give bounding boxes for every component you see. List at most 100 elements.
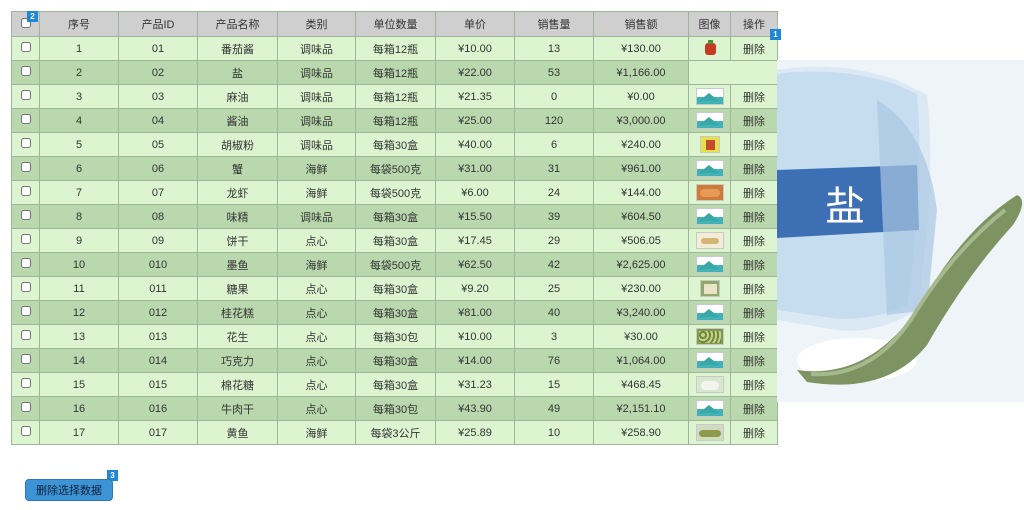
cell-amount: ¥240.00 <box>593 132 689 157</box>
cell-image <box>688 252 731 277</box>
row-checkbox-cell[interactable] <box>11 372 40 397</box>
table-row[interactable]: 2 02 盐调味品 每箱12瓶 ¥22.00 53 ¥1,166.00 <box>11 60 778 85</box>
delete-row-link[interactable]: 删除 <box>743 44 765 56</box>
delete-row-link[interactable]: 删除 <box>743 380 765 392</box>
delete-row-link[interactable]: 删除 <box>743 140 765 152</box>
cell-action: 删除 <box>730 132 778 157</box>
column-header[interactable]: 类别 <box>277 11 356 37</box>
table-row[interactable]: 11 011 糖果 点心 每箱30盒 ¥9.20 25 ¥230.00 删除 <box>11 276 778 301</box>
cell-category: 点心 <box>277 300 356 325</box>
table-row[interactable]: 13 013 花生 点心 每箱30包 ¥10.00 3 ¥30.00 删除 <box>11 324 778 349</box>
table-row[interactable]: 15 015 棉花糖 点心 每箱30盒 ¥31.23 15 ¥468.45 删除 <box>11 372 778 397</box>
row-checkbox[interactable] <box>20 138 31 148</box>
row-checkbox-cell[interactable] <box>11 300 40 325</box>
row-checkbox[interactable] <box>20 210 31 220</box>
delete-row-link[interactable]: 删除 <box>743 428 765 440</box>
cell-name: 味精 <box>197 204 278 229</box>
table-row[interactable]: 14 014 巧克力 点心 每箱30盒 ¥14.00 76 ¥1,064.00 删除 <box>11 348 778 373</box>
delete-row-link[interactable]: 删除 <box>743 284 765 296</box>
row-checkbox-cell[interactable] <box>11 276 40 301</box>
table-row[interactable]: 6 06 蟹海鲜 每袋500克 ¥31.00 31 ¥961.00 删除 <box>11 156 778 181</box>
row-checkbox-cell[interactable] <box>11 180 40 205</box>
row-checkbox[interactable] <box>20 282 31 292</box>
cell-amount: ¥2,625.00 <box>593 252 689 277</box>
delete-row-link[interactable]: 删除 <box>743 212 765 224</box>
delete-row-link[interactable]: 删除 <box>743 260 765 272</box>
delete-row-link[interactable]: 删除 <box>743 92 765 104</box>
table-row[interactable]: 5 05 胡椒粉 调味品 每箱30盒 ¥40.00 6 ¥240.00 删除 <box>11 132 778 157</box>
cell-action: 删除 <box>730 84 778 109</box>
row-checkbox-cell[interactable] <box>11 396 40 421</box>
cell-price: ¥40.00 <box>435 132 515 157</box>
cell-image <box>688 348 731 373</box>
row-checkbox-cell[interactable] <box>11 420 40 445</box>
row-checkbox[interactable] <box>20 378 31 388</box>
column-header[interactable]: 序号 <box>39 11 119 37</box>
row-checkbox-cell[interactable] <box>11 324 40 349</box>
cell-unit: 每箱30包 <box>355 396 436 421</box>
table-row[interactable]: 8 08 味精 调味品 每箱30盒 ¥15.50 39 ¥604.50 删除 <box>11 204 778 229</box>
table-row[interactable]: 7 07 龙虾 海鲜 每袋500克 ¥6.00 24 ¥144.00 删除 <box>11 180 778 205</box>
cell-name: 龙虾 <box>197 180 278 205</box>
row-checkbox[interactable] <box>20 426 31 436</box>
table-row[interactable]: 9 09 饼干 点心 每箱30盒 ¥17.45 29 ¥506.05 删除 <box>11 228 778 253</box>
delete-row-link[interactable]: 删除 <box>743 164 765 176</box>
cell-image <box>688 300 731 325</box>
row-checkbox-cell[interactable] <box>11 60 40 85</box>
cell-price: ¥25.00 <box>435 108 515 133</box>
cell-name: 酱油 <box>197 108 278 133</box>
delete-row-link[interactable]: 删除 <box>743 404 765 416</box>
row-checkbox-cell[interactable] <box>11 108 40 133</box>
column-header[interactable]: 单位数量 <box>355 11 436 37</box>
table-row[interactable]: 12 012 桂花糕 点心 每箱30盒 ¥81.00 40 ¥3,240.00 删除 <box>11 300 778 325</box>
table-row[interactable]: 17 017 黄鱼 海鲜 每袋3公斤 ¥25.89 10 ¥258.90 删除 <box>11 420 778 445</box>
cell-image <box>688 228 731 253</box>
cell-id: 012 <box>118 300 198 325</box>
row-checkbox[interactable] <box>20 354 31 364</box>
row-checkbox[interactable] <box>20 42 31 52</box>
row-checkbox[interactable] <box>20 162 31 172</box>
cell-action: 删除 <box>730 348 778 373</box>
row-checkbox-cell[interactable] <box>11 84 40 109</box>
column-header[interactable]: 单价 <box>435 11 515 37</box>
badge-2: 2 <box>27 11 38 22</box>
delete-row-link[interactable]: 删除 <box>743 356 765 368</box>
row-checkbox-cell[interactable] <box>11 204 40 229</box>
delete-row-link[interactable]: 删除 <box>743 236 765 248</box>
row-checkbox[interactable] <box>20 402 31 412</box>
table-row[interactable]: 1 01 番茄酱 调味品 每箱12瓶 ¥10.00 13 ¥130.00 删除 <box>11 36 778 61</box>
delete-row-link[interactable]: 删除 <box>743 188 765 200</box>
delete-row-link[interactable]: 删除 <box>743 116 765 128</box>
column-header[interactable]: 销售额 <box>593 11 689 37</box>
row-checkbox-cell[interactable] <box>11 348 40 373</box>
cell-unit: 每箱30盒 <box>355 348 436 373</box>
column-header[interactable]: 产品名称 <box>197 11 278 37</box>
row-checkbox[interactable] <box>20 306 31 316</box>
table-row[interactable]: 4 04 酱油 调味品 每箱12瓶 ¥25.00 120 ¥3,000.00 删除 <box>11 108 778 133</box>
table-row[interactable]: 10 010 墨鱼 海鲜 每袋500克 ¥62.50 42 ¥2,625.00 删除 <box>11 252 778 277</box>
cell-unit: 每箱30盒 <box>355 300 436 325</box>
row-checkbox-cell[interactable] <box>11 228 40 253</box>
row-checkbox[interactable] <box>20 90 31 100</box>
row-checkbox[interactable] <box>20 258 31 268</box>
cell-seq: 11 <box>39 276 119 301</box>
row-checkbox-cell[interactable] <box>11 156 40 181</box>
table-row[interactable]: 16 016 牛肉干 点心 每箱30包 ¥43.90 49 ¥2,151.10 删除 <box>11 396 778 421</box>
row-checkbox[interactable] <box>20 66 31 76</box>
column-header[interactable]: 销售量 <box>514 11 594 37</box>
row-checkbox-cell[interactable] <box>11 132 40 157</box>
row-checkbox-cell[interactable] <box>11 36 40 61</box>
delete-row-link[interactable]: 删除 <box>743 308 765 320</box>
row-checkbox-cell[interactable] <box>11 252 40 277</box>
delete-selected-button[interactable]: 删除选择数据 <box>25 479 113 501</box>
row-checkbox[interactable] <box>20 330 31 340</box>
column-header[interactable]: 产品ID <box>118 11 198 37</box>
delete-row-link[interactable]: 删除 <box>743 332 765 344</box>
row-checkbox[interactable] <box>20 114 31 124</box>
cell-seq: 14 <box>39 348 119 373</box>
table-row[interactable]: 3 03 麻油 调味品 每箱12瓶 ¥21.35 0 ¥0.00 删除 <box>11 84 778 109</box>
column-header[interactable]: 图像 <box>688 11 731 37</box>
row-checkbox[interactable] <box>20 234 31 244</box>
cell-name: 棉花糖 <box>197 372 278 397</box>
row-checkbox[interactable] <box>20 186 31 196</box>
